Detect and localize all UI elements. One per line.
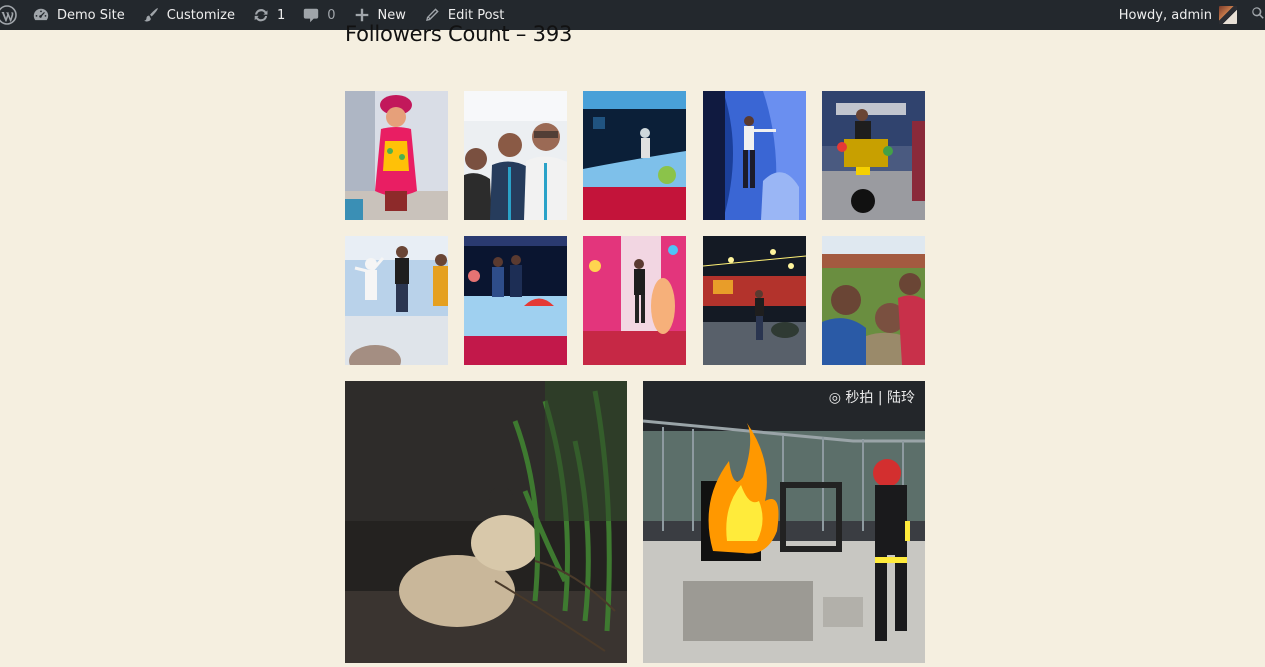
- gallery-image-blue-tunnel[interactable]: [703, 91, 806, 220]
- avatar: [1219, 6, 1237, 24]
- gallery-image-friends-selfie[interactable]: [464, 91, 567, 220]
- comments-count: 0: [327, 7, 336, 23]
- site-name-menu[interactable]: Demo Site: [23, 0, 133, 30]
- gallery-image-night-fair[interactable]: [703, 236, 806, 365]
- instagram-gallery: ◎ 秒拍 | 陆玲: [345, 0, 925, 667]
- gallery-image-fruit-booth[interactable]: [464, 236, 567, 365]
- updates-count: 1: [276, 7, 286, 23]
- comments-link[interactable]: 0: [293, 0, 343, 30]
- video-watermark: ◎ 秒拍 | 陆玲: [828, 390, 915, 406]
- wordpress-menu[interactable]: [0, 0, 23, 30]
- gallery-image-cutout-pose[interactable]: [345, 236, 448, 365]
- gallery-image-pink-booth[interactable]: [583, 236, 686, 365]
- updates-icon: [251, 5, 271, 25]
- admin-bar-search[interactable]: [1237, 0, 1265, 30]
- site-name-label: Demo Site: [57, 7, 125, 23]
- search-icon: [1251, 6, 1265, 24]
- gallery-image-fruit-stage[interactable]: [583, 91, 686, 220]
- customize-label: Customize: [166, 7, 235, 23]
- howdy-label: Howdy, admin: [1118, 7, 1212, 23]
- updates-link[interactable]: 1: [243, 0, 293, 30]
- customize-link[interactable]: Customize: [133, 0, 243, 30]
- gallery-image-motorbike[interactable]: [822, 91, 925, 220]
- brush-icon: [141, 5, 161, 25]
- dashboard-icon: [31, 5, 51, 25]
- comment-icon: [301, 5, 321, 25]
- gallery-video-firefighter[interactable]: ◎ 秒拍 | 陆玲: [643, 381, 925, 663]
- gallery-image-temple-selfie[interactable]: [822, 236, 925, 365]
- account-menu[interactable]: Howdy, admin: [1111, 0, 1237, 30]
- wordpress-logo-icon: [0, 5, 17, 25]
- gallery-image-lion-cub[interactable]: [345, 381, 627, 663]
- gallery-image-idol[interactable]: [345, 91, 448, 220]
